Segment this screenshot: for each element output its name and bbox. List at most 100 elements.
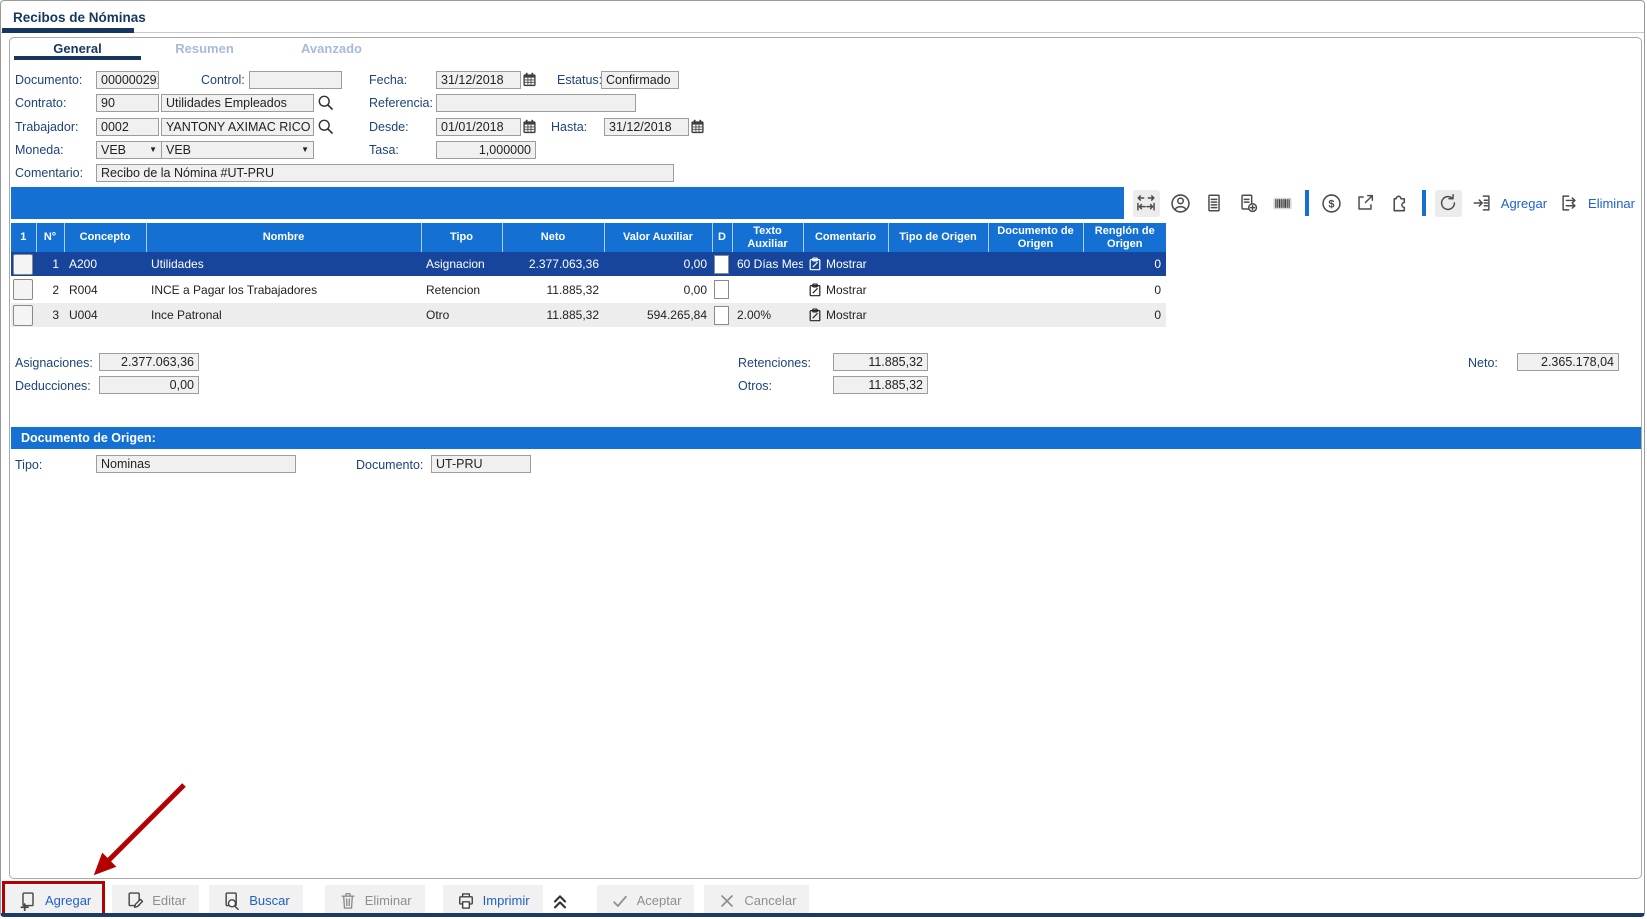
document-add-icon[interactable]: [1235, 190, 1262, 217]
contrato-code-field[interactable]: 90: [96, 94, 159, 112]
currency-dollar-icon[interactable]: $: [1318, 190, 1345, 217]
table-row[interactable]: 2 R004 INCE a Pagar los Trabajadores Ret…: [11, 277, 1166, 302]
svg-text:$: $: [1328, 198, 1334, 210]
cell-n: 1: [36, 252, 64, 277]
trabajador-code-field[interactable]: 0002: [96, 118, 159, 136]
neto-total-field: 2.365.178,04: [1517, 353, 1619, 371]
cancelar-button-label: Cancelar: [744, 893, 796, 908]
cancelar-button[interactable]: Cancelar: [704, 885, 809, 916]
cell-tipo: Asignacion: [421, 252, 502, 277]
control-field[interactable]: [249, 71, 342, 89]
hasta-field[interactable]: 31/12/2018: [604, 118, 689, 136]
desde-calendar-icon[interactable]: [522, 119, 537, 139]
row-selector[interactable]: [13, 254, 33, 275]
page-title: Recibos de Nóminas: [13, 10, 146, 25]
cell-concepto: R004: [64, 277, 146, 302]
moneda-code-select[interactable]: VEB ▼: [96, 141, 162, 159]
trabajador-search-icon[interactable]: [317, 118, 334, 140]
cell-concepto: A200: [64, 252, 146, 277]
export-icon[interactable]: [1352, 190, 1379, 217]
cell-tipo: Otro: [421, 302, 502, 327]
referencia-field[interactable]: [436, 94, 636, 112]
aceptar-button[interactable]: Aceptar: [597, 885, 695, 916]
contrato-name-field[interactable]: Utilidades Empleados: [161, 94, 314, 112]
receipt-lines-table: 1 N° Concepto Nombre Tipo Neto Valor Aux…: [11, 223, 1166, 327]
otros-field: 11.885,32: [833, 376, 928, 394]
mostrar-link[interactable]: Mostrar: [808, 283, 883, 297]
documento-field[interactable]: 0000002910: [96, 71, 159, 89]
worker-icon[interactable]: [1167, 190, 1194, 217]
d-checkbox[interactable]: [714, 280, 729, 299]
col-texto-auxiliar: Texto Auxiliar: [732, 223, 803, 252]
grid-eliminar-button[interactable]: Eliminar: [1588, 196, 1635, 211]
col-valor-auxiliar: Valor Auxiliar: [604, 223, 712, 252]
fecha-field[interactable]: 31/12/2018: [436, 71, 521, 89]
resize-columns-icon[interactable]: [1133, 190, 1160, 217]
cell-valor-auxiliar: 0,00: [604, 277, 712, 302]
table-row[interactable]: 3 U004 Ince Patronal Otro 11.885,32 594.…: [11, 302, 1166, 327]
estatus-label: Estatus:: [557, 73, 602, 87]
moneda-name-select[interactable]: VEB ▼: [161, 141, 314, 159]
origen-documento-field[interactable]: UT-PRU: [431, 455, 531, 473]
remove-row-icon[interactable]: [1556, 190, 1583, 217]
d-checkbox[interactable]: [714, 306, 729, 325]
editar-button[interactable]: Editar: [112, 885, 199, 916]
otros-label: Otros:: [738, 379, 772, 393]
referencia-label: Referencia:: [369, 96, 433, 110]
asignaciones-label: Asignaciones:: [15, 356, 93, 370]
table-row[interactable]: 1 A200 Utilidades Asignacion 2.377.063,3…: [11, 252, 1166, 277]
origen-tipo-field[interactable]: Nominas: [96, 455, 296, 473]
col-d: D: [712, 223, 732, 252]
imprimir-button[interactable]: Imprimir: [443, 885, 543, 916]
plugin-icon[interactable]: [1386, 190, 1413, 217]
tab-avanzado[interactable]: Avanzado: [268, 41, 395, 56]
add-row-icon[interactable]: [1469, 190, 1496, 217]
col-nombre: Nombre: [146, 223, 421, 252]
cell-nombre: INCE a Pagar los Trabajadores: [146, 277, 421, 302]
origin-section-header: Documento de Origen:: [11, 427, 1641, 449]
origen-documento-label: Documento:: [356, 458, 423, 472]
imprimir-button-label: Imprimir: [483, 893, 530, 908]
tab-general-underline: [14, 56, 141, 60]
control-label: Control:: [201, 73, 245, 87]
origen-tipo-label: Tipo:: [15, 458, 42, 472]
grid-agregar-button[interactable]: Agregar: [1501, 196, 1547, 211]
hasta-calendar-icon[interactable]: [690, 119, 705, 139]
contrato-search-icon[interactable]: [317, 94, 334, 116]
barcode-icon[interactable]: [1269, 190, 1296, 217]
cell-neto: 2.377.063,36: [502, 252, 604, 277]
fecha-calendar-icon[interactable]: [522, 72, 537, 92]
cell-neto: 11.885,32: [502, 302, 604, 327]
deducciones-field: 0,00: [99, 376, 199, 394]
cell-renglon-origen: 0: [1083, 252, 1166, 277]
trabajador-name-field[interactable]: YANTONY AXIMAC RICO: [161, 118, 314, 136]
cell-renglon-origen: 0: [1083, 277, 1166, 302]
buscar-button[interactable]: Buscar: [209, 885, 302, 916]
tab-general[interactable]: General: [14, 41, 141, 56]
document-view-icon[interactable]: [1201, 190, 1228, 217]
refresh-icon[interactable]: [1435, 190, 1462, 217]
cell-tipo-origen: [888, 277, 988, 302]
cell-texto-auxiliar: 60 Días Mes...: [732, 252, 803, 277]
eliminar-button[interactable]: Eliminar: [325, 885, 425, 916]
desde-field[interactable]: 01/01/2018: [436, 118, 521, 136]
cell-renglon-origen: 0: [1083, 302, 1166, 327]
tasa-field[interactable]: 1,000000: [436, 141, 536, 159]
mostrar-link[interactable]: Mostrar: [808, 257, 883, 271]
collapse-toolbar-icon[interactable]: [549, 890, 571, 912]
row-selector[interactable]: [13, 305, 33, 326]
comentario-label: Comentario:: [15, 166, 83, 180]
documento-label: Documento:: [15, 73, 82, 87]
cell-concepto: U004: [64, 302, 146, 327]
mostrar-label: Mostrar: [826, 308, 867, 322]
app-window: Recibos de Nóminas General Resumen Avanz…: [0, 0, 1645, 917]
tasa-label: Tasa:: [369, 143, 399, 157]
comentario-field[interactable]: Recibo de la Nómina #UT-PRU: [96, 164, 674, 182]
col-n: N°: [36, 223, 64, 252]
chevron-down-icon: ▼: [149, 142, 157, 158]
mostrar-link[interactable]: Mostrar: [808, 308, 883, 322]
tab-resumen[interactable]: Resumen: [141, 41, 268, 56]
row-selector[interactable]: [13, 279, 33, 300]
cell-tipo: Retencion: [421, 277, 502, 302]
d-checkbox[interactable]: [714, 255, 729, 274]
